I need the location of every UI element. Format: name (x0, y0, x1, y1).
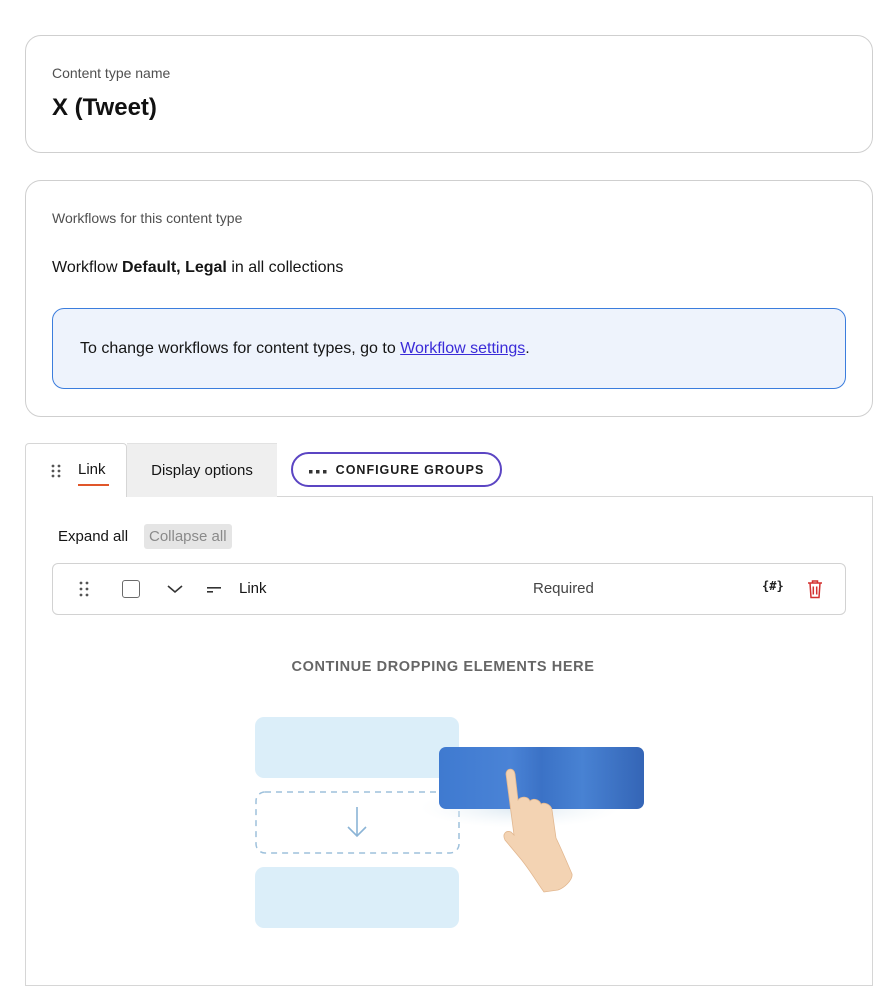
tab-link-label: Link (78, 461, 106, 478)
drag-handle-icon[interactable] (51, 464, 61, 482)
tab-link[interactable]: Link (25, 443, 127, 497)
active-tab-indicator (78, 484, 109, 486)
drag-drop-illustration (255, 717, 644, 928)
